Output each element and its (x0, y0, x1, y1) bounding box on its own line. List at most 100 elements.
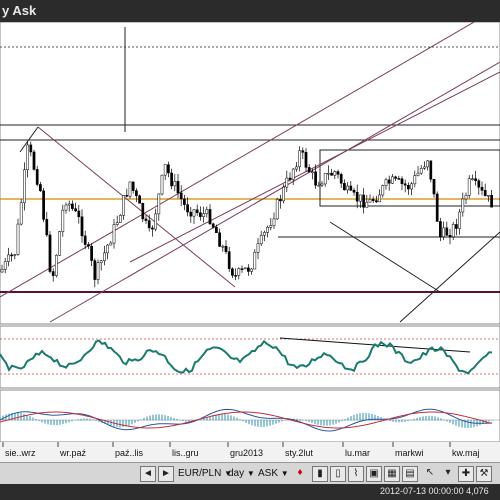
macd-bar (341, 420, 343, 422)
macd-bar (269, 420, 271, 426)
chart-toolbar: ◄ ► EUR/PLN ▼ day ▼ ASK ▼ ♦ ▮ ▯ ⌇ ▣ ▦ ▤ … (0, 462, 500, 485)
chevron-down-icon: ▼ (280, 469, 289, 478)
candle-body (339, 174, 343, 184)
candle-body (106, 244, 109, 254)
macd-bar (161, 414, 163, 421)
candle-body (221, 245, 225, 248)
macd-bar (488, 420, 490, 422)
grid-icon[interactable]: ▦ (384, 466, 400, 482)
candle-body (317, 184, 321, 187)
candle-body (26, 144, 29, 171)
candle-body (320, 183, 324, 186)
candle-body (291, 168, 295, 180)
symbol-select[interactable]: EUR/PLN ▼ (178, 466, 232, 482)
price-chart[interactable]: sie..wrz wr.paź paź..lis lis..gru gru2013 sty… (0, 22, 500, 462)
macd-bar (404, 420, 406, 422)
candle-body (275, 199, 279, 220)
crosshair-icon[interactable]: ✚ (458, 466, 474, 482)
candle-body (410, 183, 413, 190)
zoom-icon[interactable]: ▣ (366, 466, 382, 482)
candle-body (32, 151, 36, 170)
macd-bar (41, 420, 43, 423)
settings-icon[interactable]: ▤ (402, 466, 418, 482)
macd-bar (407, 420, 409, 422)
macd-bar (314, 420, 316, 424)
candle-body (263, 232, 266, 236)
candle-body (19, 202, 23, 225)
candle-body (119, 215, 122, 223)
macd-bar (344, 419, 346, 421)
scroll-left-button[interactable]: ◄ (140, 466, 156, 482)
candle-body (426, 160, 429, 168)
price-type-select[interactable]: ASK ▼ (258, 466, 289, 482)
cursor-icon[interactable]: ↖ (422, 466, 438, 482)
macd-bar (23, 413, 25, 421)
candle-body (231, 268, 234, 276)
scroll-right-button[interactable]: ► (158, 466, 174, 482)
macd-bar (131, 420, 133, 425)
price-type-value: ASK (258, 468, 279, 479)
macd-bar (236, 417, 238, 421)
candle-body (144, 218, 148, 221)
period-select[interactable]: day ▼ (228, 466, 255, 482)
time-axis-label: lu.mar (345, 448, 370, 458)
macd-bar (434, 416, 436, 421)
candle-body (429, 160, 433, 180)
macd-bar (173, 417, 175, 421)
macd-bar (50, 420, 52, 425)
candle-body (419, 168, 423, 174)
indicator-icon[interactable]: ♦ (292, 466, 308, 482)
chart-area[interactable]: sie..wrz wr.paź paź..lis lis..gru gru2013 sty… (0, 22, 500, 462)
chart-type-icon[interactable]: ▮ (312, 466, 328, 482)
candle-body (349, 185, 353, 191)
macd-bar (335, 420, 337, 424)
candle-body (83, 235, 87, 245)
candle-body (179, 192, 183, 200)
candle-body (160, 174, 164, 195)
status-value: 4,076 (466, 486, 489, 496)
candle-body (375, 200, 378, 203)
candle-body (3, 261, 7, 270)
candle-body (7, 254, 10, 262)
macd-bar (338, 420, 340, 423)
candle-body (311, 171, 314, 174)
macd-bar (446, 420, 448, 422)
macd-bar (356, 413, 358, 421)
candle-body (451, 224, 455, 238)
oscillator-pane (0, 325, 500, 389)
candle-body (0, 268, 4, 273)
candle-body (10, 254, 13, 257)
candle-body (39, 184, 42, 192)
candle-body (35, 169, 39, 185)
candle-body (109, 242, 113, 246)
macd-bar (95, 420, 97, 421)
candle-body (362, 194, 365, 208)
candle-body (115, 222, 119, 225)
macd-bar (155, 414, 157, 421)
candle-body (167, 164, 170, 174)
macd-bar (200, 419, 202, 421)
candle-body (467, 178, 471, 196)
macd-bar (17, 412, 19, 421)
macd-bar (491, 419, 493, 421)
candle-body (183, 198, 186, 205)
candle-body (458, 211, 461, 229)
macd-bar (263, 420, 265, 427)
macd-bar (251, 420, 253, 426)
macd-bar (365, 412, 367, 421)
candle-body (96, 262, 100, 280)
macd-bar (353, 414, 355, 421)
line-chart-icon[interactable]: ⌇ (348, 466, 364, 482)
candle-body (157, 193, 161, 215)
macd-bar (80, 418, 82, 421)
macd-bar (44, 420, 46, 424)
candle-body (48, 234, 52, 272)
macd-bar (278, 420, 280, 423)
candle-chart-icon[interactable]: ▯ (330, 466, 346, 482)
dropdown-icon[interactable]: ▾ (440, 466, 456, 482)
macd-bar (443, 419, 445, 421)
macd-bar (47, 420, 49, 425)
tools-icon[interactable]: ⚒ (476, 466, 492, 482)
macd-bar (134, 420, 136, 423)
candle-body (333, 171, 337, 176)
